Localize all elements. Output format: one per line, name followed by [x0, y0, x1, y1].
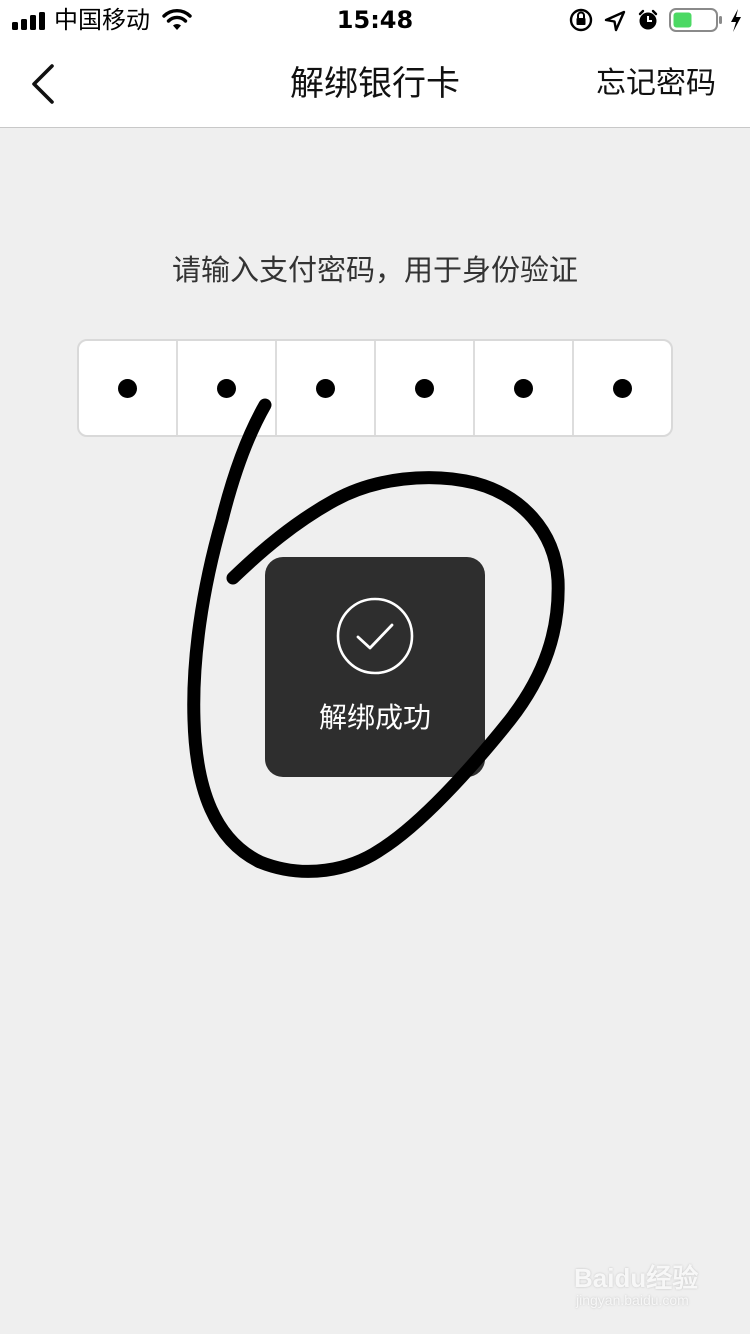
location-icon — [604, 10, 626, 32]
charging-icon — [731, 9, 741, 32]
watermark-logo: Baidu经验 — [574, 1263, 699, 1293]
status-bar: 中国移动 15:48 — [0, 0, 750, 40]
alarm-icon — [638, 9, 658, 30]
password-prompt: 请输入支付密码，用于身份验证 — [171, 253, 578, 287]
password-dot — [613, 378, 632, 398]
check-circle-icon — [336, 597, 414, 675]
status-icons — [569, 8, 741, 32]
password-digit-cell[interactable] — [178, 341, 277, 435]
password-digit-cell[interactable] — [574, 341, 671, 435]
password-dot — [217, 378, 236, 398]
success-toast: 解绑成功 — [265, 557, 485, 777]
watermark-url: jingyan.baidu.com — [576, 1292, 689, 1308]
password-digit-cell[interactable] — [79, 341, 178, 435]
password-dot — [415, 378, 434, 398]
orientation-lock-icon — [569, 8, 593, 32]
navigation-bar: 解绑银行卡 忘记密码 — [0, 40, 750, 128]
password-dot — [316, 378, 335, 398]
password-input[interactable] — [77, 339, 673, 437]
password-digit-cell[interactable] — [376, 341, 475, 435]
battery-icon — [669, 8, 722, 32]
password-dot — [118, 378, 137, 398]
password-digit-cell[interactable] — [277, 341, 376, 435]
forgot-password-button[interactable]: 忘记密码 — [596, 64, 716, 104]
baidu-watermark: Baidu经验 jingyan.baidu.com — [574, 1252, 714, 1318]
password-dot — [514, 378, 533, 398]
toast-message: 解绑成功 — [318, 701, 431, 734]
password-digit-cell[interactable] — [475, 341, 574, 435]
